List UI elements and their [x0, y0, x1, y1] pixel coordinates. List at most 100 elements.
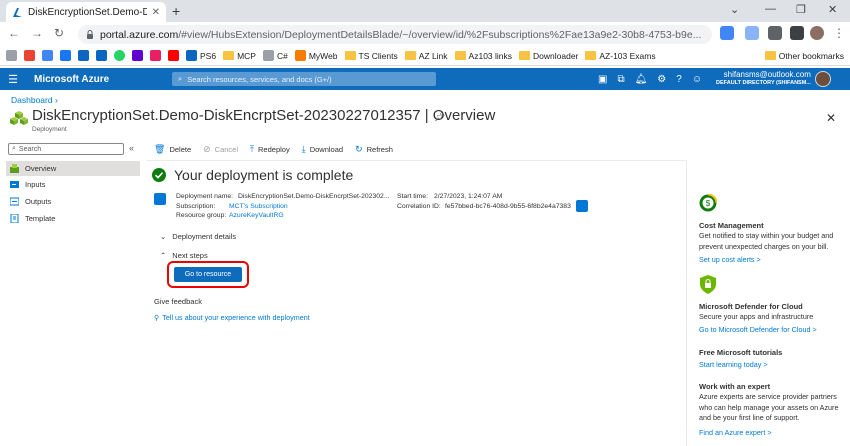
cancel-icon: ⊘	[203, 143, 211, 154]
yahoo-bookmark-icon[interactable]	[132, 50, 143, 61]
forward-button[interactable]: →	[31, 26, 43, 40]
deployment-name: DiskEncryptionSet.Demo-DiskEncrptSet-202…	[238, 193, 390, 200]
bookmark-icon[interactable]	[78, 50, 89, 61]
deployment-status: Your deployment is complete	[152, 167, 353, 183]
deployment-details-toggle[interactable]: ⌄ Deployment details	[160, 232, 236, 241]
defender-link[interactable]: Go to Microsoft Defender for Cloud >	[699, 325, 817, 334]
account-info[interactable]: shifansms@outlook.com DEFAULT DIRECTORY …	[716, 71, 811, 87]
upload-icon: ⤒	[250, 143, 255, 154]
hamburger-menu-icon[interactable]: ☰	[0, 73, 26, 86]
nav-item-outputs[interactable]: Outputs	[6, 194, 140, 209]
youtube-bookmark-icon[interactable]	[168, 50, 179, 61]
tab-close-icon[interactable]: ✕	[152, 7, 160, 18]
redeploy-button[interactable]: ⤒ Redeploy	[250, 144, 290, 155]
notifications-icon[interactable]: 🔔︎	[635, 74, 648, 85]
feedback-icon[interactable]: ☺	[692, 74, 702, 85]
nav-item-overview[interactable]: Overview	[6, 161, 140, 176]
page-title: DiskEncryptionSet.Demo-DiskEncrptSet-202…	[32, 107, 496, 124]
bookmark-az103-exams[interactable]: AZ-103 Exams	[585, 51, 656, 61]
bookmark-mcp[interactable]: MCP	[223, 51, 256, 61]
cost-heading: Cost Management	[699, 221, 764, 230]
profile-avatar[interactable]	[810, 26, 824, 40]
cost-alerts-link[interactable]: Set up cost alerts >	[699, 255, 761, 264]
bookmarks-bar: PS6 MCP C# MyWeb TS Clients AZ Link Az10…	[0, 46, 850, 66]
more-options-icon[interactable]: ···	[454, 110, 464, 121]
help-icon[interactable]: ?	[676, 74, 682, 85]
bookmark-downloader[interactable]: Downloader	[519, 51, 578, 61]
nav-item-template[interactable]: Template	[6, 211, 140, 226]
share-icon[interactable]	[720, 26, 734, 40]
feedback-link[interactable]: ⚲ Tell us about your experience with dep…	[154, 313, 310, 322]
extensions-icon[interactable]	[768, 26, 782, 40]
refresh-icon: ↻	[355, 143, 363, 154]
window-close-button[interactable]: ✕	[828, 3, 837, 16]
person-feedback-icon: ⚲	[154, 313, 160, 322]
browser-menu-icon[interactable]: ⋮	[833, 26, 845, 40]
reload-button[interactable]: ↻	[54, 26, 64, 40]
cost-text: Get notified to stay within your budget …	[699, 231, 834, 251]
bookmark-ps6[interactable]: PS6	[186, 50, 216, 61]
subscription-link[interactable]: MCT's Subscription	[229, 203, 288, 210]
delete-button[interactable]: 🗑︎ Delete	[154, 144, 191, 155]
whatsapp-bookmark-icon[interactable]	[114, 50, 125, 61]
breadcrumb[interactable]: Dashboard ›	[11, 95, 58, 105]
restore-button[interactable]: ❐	[796, 3, 806, 16]
google-bookmark-2-icon[interactable]	[42, 50, 53, 61]
copy-icon[interactable]	[576, 200, 588, 212]
browser-tab-title: DiskEncryptionSet.Demo-DiskEncrptSet...	[28, 6, 147, 18]
pin-icon[interactable]: 📌︎	[434, 112, 445, 123]
svg-text:$: $	[706, 199, 711, 208]
expert-link[interactable]: Find an Azure expert >	[699, 428, 772, 437]
page-subtitle: Deployment	[32, 126, 67, 133]
chevron-up-icon: ⌃	[160, 251, 167, 260]
other-bookmarks[interactable]: Other bookmarks	[764, 51, 844, 61]
back-button[interactable]: ←	[8, 26, 20, 40]
tab-search-icon[interactable]: ⌄	[730, 3, 739, 16]
overview-icon	[10, 164, 19, 173]
collapse-nav-icon[interactable]: «	[129, 143, 134, 153]
google-bookmark-icon[interactable]	[24, 50, 35, 61]
download-icon: ⤓	[301, 143, 306, 154]
feedback-heading: Give feedback	[154, 297, 202, 306]
sidebar-icon[interactable]	[790, 26, 804, 40]
trash-icon: 🗑︎	[154, 143, 166, 154]
browser-tab[interactable]: DiskEncryptionSet.Demo-DiskEncrptSet... …	[6, 2, 166, 22]
deployment-info-left: Deployment name: DiskEncryptionSet.Demo-D…	[176, 193, 390, 219]
deployment-cubes-icon	[10, 110, 28, 126]
apps-icon[interactable]	[6, 50, 17, 61]
azure-search-input[interactable]: ⌕ Search resources, services, and docs (…	[172, 72, 436, 86]
linkedin-bookmark-icon[interactable]	[96, 50, 107, 61]
bookmark-ts-clients[interactable]: TS Clients	[344, 51, 398, 61]
bookmark-myweb[interactable]: MyWeb	[294, 50, 338, 61]
nav-search-input[interactable]: ⌕ Search	[8, 143, 124, 155]
settings-icon[interactable]: ⚙︎	[657, 74, 666, 85]
bookmark-az103-links[interactable]: Az103 links	[454, 51, 512, 61]
directory-filter-icon[interactable]: ⧉	[617, 74, 624, 85]
azure-brand[interactable]: Microsoft Azure	[34, 74, 172, 85]
defender-heading: Microsoft Defender for Cloud	[699, 302, 803, 311]
facebook-bookmark-icon[interactable]	[60, 50, 71, 61]
resource-group-link[interactable]: AzureKeyVaultRG	[229, 212, 284, 219]
search-icon: ⌕	[12, 145, 16, 152]
cancel-button[interactable]: ⊘ Cancel	[203, 144, 238, 155]
avatar[interactable]	[814, 71, 831, 87]
defender-text: Secure your apps and infrastructure	[699, 312, 814, 321]
deployment-info-right: Start time: 2/27/2023, 1:24:07 AM Correla…	[397, 193, 571, 210]
bookmark-az-link[interactable]: AZ Link	[404, 51, 448, 61]
bookmark-star-icon[interactable]	[745, 26, 759, 40]
go-to-resource-button[interactable]: Go to resource	[174, 267, 242, 282]
download-button[interactable]: ⤓ Download	[302, 144, 343, 155]
inputs-icon	[10, 180, 19, 189]
cloud-shell-icon[interactable]: ▣	[598, 74, 607, 85]
refresh-button[interactable]: ↻ Refresh	[355, 144, 393, 155]
template-icon	[10, 214, 19, 223]
url-bar[interactable]: portal.azure.com/#view/HubsExtension/Dep…	[78, 25, 712, 44]
tutorials-link[interactable]: Start learning today >	[699, 360, 768, 369]
nav-item-inputs[interactable]: Inputs	[6, 177, 140, 192]
next-steps-toggle[interactable]: ⌃ Next steps	[160, 251, 208, 260]
bookmark-icon[interactable]	[150, 50, 161, 61]
close-blade-button[interactable]: ✕	[826, 111, 836, 125]
minimize-button[interactable]: —	[765, 3, 776, 15]
new-tab-button[interactable]: +	[172, 3, 180, 19]
bookmark-csharp[interactable]: C#	[262, 50, 288, 61]
